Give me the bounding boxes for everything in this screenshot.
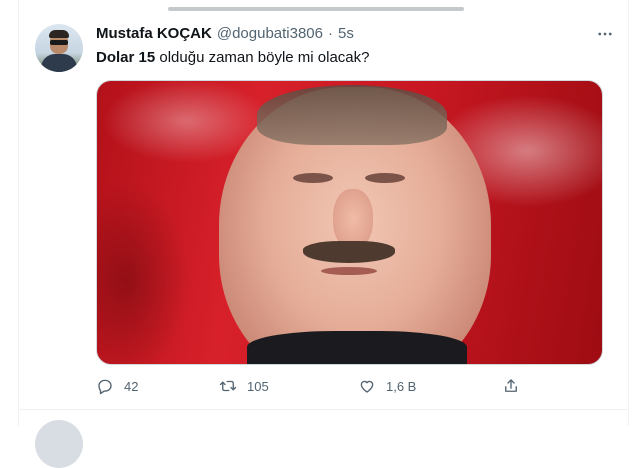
author-name[interactable]: Mustafa KOÇAK <box>96 25 212 42</box>
photo-nose-shape <box>333 189 373 249</box>
avatar-sunglasses-shape <box>50 40 68 45</box>
tweet-media-photo[interactable] <box>96 80 603 365</box>
more-horizontal-icon <box>598 32 612 36</box>
photo-collar-shape <box>247 331 467 364</box>
author-handle[interactable]: @dogubati3806 <box>217 25 323 42</box>
share-button[interactable] <box>502 373 520 399</box>
photo-mustache-shape <box>303 241 395 263</box>
tweet-actions: 42 105 1,6 B <box>96 373 526 399</box>
heart-icon <box>360 380 374 393</box>
like-button[interactable]: 1,6 B <box>358 373 416 399</box>
tweet-divider <box>18 409 628 410</box>
retweet-count: 105 <box>247 378 269 394</box>
reply-icon <box>98 379 112 395</box>
avatar-hair-shape <box>49 30 69 38</box>
retweet-button[interactable]: 105 <box>219 373 269 399</box>
tweet-timestamp[interactable]: 5s <box>338 25 354 42</box>
like-count: 1,6 B <box>386 378 417 394</box>
tweet-text-bold: Dolar 15 <box>96 49 156 66</box>
share-icon <box>505 379 517 392</box>
photo-right-eye-shape <box>365 173 405 183</box>
timeline-right-border <box>628 0 629 426</box>
more-options-icon[interactable] <box>595 24 615 44</box>
tweet-text-rest: olduğu zaman böyle mi olacak? <box>155 49 370 66</box>
reply-count: 42 <box>124 378 139 394</box>
photo-hair-shape <box>257 85 447 145</box>
avatar-body-shape <box>41 54 77 72</box>
tweet-header: Mustafa KOÇAK @dogubati3806 · 5s <box>96 23 354 43</box>
photo-left-eye-shape <box>293 173 333 183</box>
separator-dot: · <box>328 24 333 42</box>
tweet[interactable]: Mustafa KOÇAK @dogubati3806 · 5s Dolar 1… <box>18 0 628 408</box>
retweet-icon <box>219 380 237 392</box>
avatar[interactable] <box>35 24 83 72</box>
next-tweet-avatar[interactable] <box>35 420 83 468</box>
reply-button[interactable]: 42 <box>96 373 138 399</box>
tweet-text: Dolar 15 olduğu zaman böyle mi olacak? <box>96 49 370 66</box>
photo-mouth-shape <box>321 267 377 275</box>
